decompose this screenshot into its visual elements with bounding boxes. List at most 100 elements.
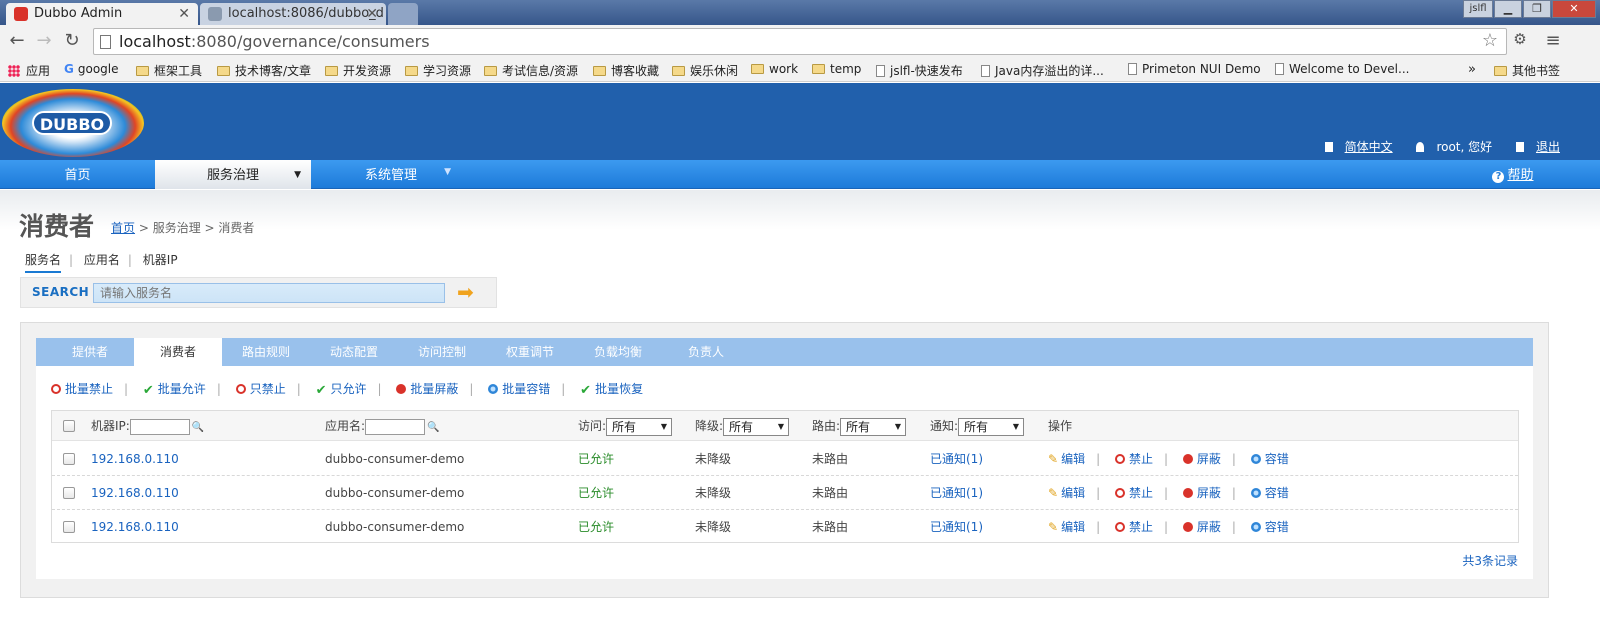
edit-button[interactable]: ✎ 编辑 [1048, 520, 1085, 534]
batch-tolerant-button[interactable]: 批量容错 [488, 380, 550, 397]
ip-filter-input[interactable] [129, 418, 190, 435]
tolerant-button[interactable]: 容错 [1250, 520, 1289, 534]
bookmark-folder[interactable]: 框架工具 [136, 62, 202, 79]
row-checkbox[interactable] [63, 453, 75, 465]
tab-weights[interactable]: 权重调节 [486, 338, 574, 366]
bookmark-page[interactable]: Primeton NUI Demo [1128, 62, 1261, 76]
other-bookmarks[interactable]: 其他书签 [1494, 62, 1560, 79]
browser-tab-localhost[interactable]: localhost:8086/dubbo_d ✕ [200, 3, 386, 25]
tab-dynamic-config[interactable]: 动态配置 [310, 338, 398, 366]
bookmark-folder[interactable]: 博客收藏 [593, 62, 659, 79]
nav-system[interactable]: 系统管理 ▼ [311, 160, 471, 189]
bookmark-folder[interactable]: temp [812, 62, 861, 76]
row-operations: ✎ 编辑 | 禁止 | 屏蔽 | 容错 [1048, 476, 1289, 510]
tolerant-icon [1250, 488, 1261, 498]
separator: | [1163, 520, 1169, 534]
bookmark-page[interactable]: Java内存溢出的详... [981, 62, 1104, 79]
tab-owners[interactable]: 负责人 [662, 338, 750, 366]
search-tab-app[interactable]: 应用名 [84, 251, 120, 268]
bookmark-star-icon[interactable]: ☆ [1482, 30, 1498, 51]
only-allow-button[interactable]: ✔ 只允许 [316, 380, 367, 398]
separator: | [1163, 486, 1169, 500]
route-select[interactable]: 所有 ▼ [840, 417, 907, 436]
nav-help[interactable]: ? 帮助 [1478, 160, 1548, 189]
batch-recover-button[interactable]: ✔ 批量恢复 [580, 380, 643, 398]
logout-icon [1515, 142, 1524, 152]
forbid-button[interactable]: 禁止 [1114, 486, 1153, 500]
dubbo-logo[interactable]: DUBBO [2, 89, 144, 157]
select-all-checkbox[interactable] [63, 420, 75, 432]
row-notify-link[interactable]: 已通知(1) [930, 476, 983, 510]
bookmark-google[interactable]: Ggoogle [64, 62, 119, 76]
row-ip[interactable]: 192.168.0.110 [91, 476, 179, 510]
access-select[interactable]: 所有 ▼ [606, 417, 673, 436]
search-icon[interactable]: 🔍 [427, 422, 439, 433]
bookmark-page[interactable]: Welcome to Devel... [1275, 62, 1409, 76]
tab-routes[interactable]: 路由规则 [222, 338, 310, 366]
search-input[interactable] [93, 283, 445, 303]
search-icon[interactable]: 🔍 [192, 422, 204, 433]
forbid-button[interactable]: 禁止 [1114, 520, 1153, 534]
tab-consumers[interactable]: 消费者 [134, 338, 222, 366]
bookmark-folder[interactable]: 考试信息/资源 [484, 62, 578, 79]
tab-providers[interactable]: 提供者 [46, 338, 134, 366]
reload-icon[interactable]: ↻ [62, 30, 82, 51]
notify-select[interactable]: 所有 ▼ [958, 417, 1025, 436]
degrade-select[interactable]: 所有 ▼ [723, 417, 790, 436]
mask-button[interactable]: 屏蔽 [1182, 520, 1221, 534]
tab-load-balance[interactable]: 负载均衡 [574, 338, 662, 366]
tab-access-control[interactable]: 访问控制 [398, 338, 486, 366]
mask-button[interactable]: 屏蔽 [1182, 486, 1221, 500]
close-tab-icon[interactable]: ✕ [178, 3, 190, 25]
remove-icon [1182, 522, 1193, 532]
search-box: SEARCH ➡ [20, 277, 497, 308]
search-tab-ip[interactable]: 机器IP [143, 251, 178, 268]
batch-mask-button[interactable]: 批量屏蔽 [396, 380, 458, 397]
minimize-icon[interactable]: ▁ [1494, 0, 1522, 18]
browser-tab-dubbo-admin[interactable]: Dubbo Admin ✕ [6, 3, 198, 25]
maximize-icon[interactable]: ❐ [1523, 0, 1551, 18]
row-checkbox[interactable] [63, 521, 75, 533]
only-forbid-button[interactable]: 只禁止 [235, 380, 286, 397]
content-panel: 提供者 消费者 路由规则 动态配置 访问控制 权重调节 负载均衡 负责人 批量禁… [20, 322, 1549, 598]
tolerant-button[interactable]: 容错 [1250, 452, 1289, 466]
mask-button[interactable]: 屏蔽 [1182, 452, 1221, 466]
close-tab-icon[interactable]: ✕ [366, 3, 378, 25]
profile-badge[interactable]: jslfl [1463, 0, 1493, 18]
forward-arrow-icon[interactable]: → [34, 30, 54, 51]
tolerant-button[interactable]: 容错 [1250, 486, 1289, 500]
address-url[interactable]: localhost:8080/governance/consumers [119, 32, 430, 51]
nav-home[interactable]: 首页 [0, 160, 155, 189]
app-filter-input[interactable] [365, 418, 426, 435]
edit-button[interactable]: ✎ 编辑 [1048, 486, 1085, 500]
row-notify-link[interactable]: 已通知(1) [930, 510, 983, 544]
edit-button[interactable]: ✎ 编辑 [1048, 452, 1085, 466]
batch-forbid-button[interactable]: 批量禁止 [51, 380, 113, 397]
row-notify-link[interactable]: 已通知(1) [930, 442, 983, 476]
row-checkbox[interactable] [63, 487, 75, 499]
language-link[interactable]: 简体中文 [1315, 140, 1393, 154]
batch-allow-button[interactable]: ✔ 批量允许 [143, 380, 206, 398]
bookmark-folder[interactable]: 娱乐休闲 [672, 62, 738, 79]
bookmark-folder[interactable]: work [751, 62, 798, 76]
bookmark-folder[interactable]: 技术博客/文章 [217, 62, 311, 79]
logout-link[interactable]: 退出 [1506, 140, 1560, 154]
row-ip[interactable]: 192.168.0.110 [91, 510, 179, 544]
forbid-button[interactable]: 禁止 [1114, 452, 1153, 466]
row-ip[interactable]: 192.168.0.110 [91, 442, 179, 476]
bookmark-apps[interactable]: 应用 [8, 62, 50, 79]
bookmark-folder[interactable]: 学习资源 [405, 62, 471, 79]
address-bar[interactable]: localhost:8080/governance/consumers ☆ [93, 28, 1507, 55]
search-tab-service[interactable]: 服务名 [25, 251, 62, 273]
back-arrow-icon[interactable]: ← [7, 30, 27, 51]
search-go-arrow-icon[interactable]: ➡ [457, 281, 481, 303]
new-tab-button[interactable] [388, 3, 418, 25]
bookmarks-overflow[interactable]: » [1468, 62, 1476, 77]
nav-governance[interactable]: 服务治理 ▼ [155, 160, 311, 189]
breadcrumb-home[interactable]: 首页 [111, 221, 135, 235]
bookmark-page[interactable]: jslfl-快速发布 [876, 62, 963, 79]
menu-icon[interactable]: ≡ [1543, 30, 1563, 51]
close-window-icon[interactable]: ✕ [1552, 0, 1596, 18]
extension-icon[interactable]: ⚙ [1510, 30, 1530, 48]
bookmark-folder[interactable]: 开发资源 [325, 62, 391, 79]
